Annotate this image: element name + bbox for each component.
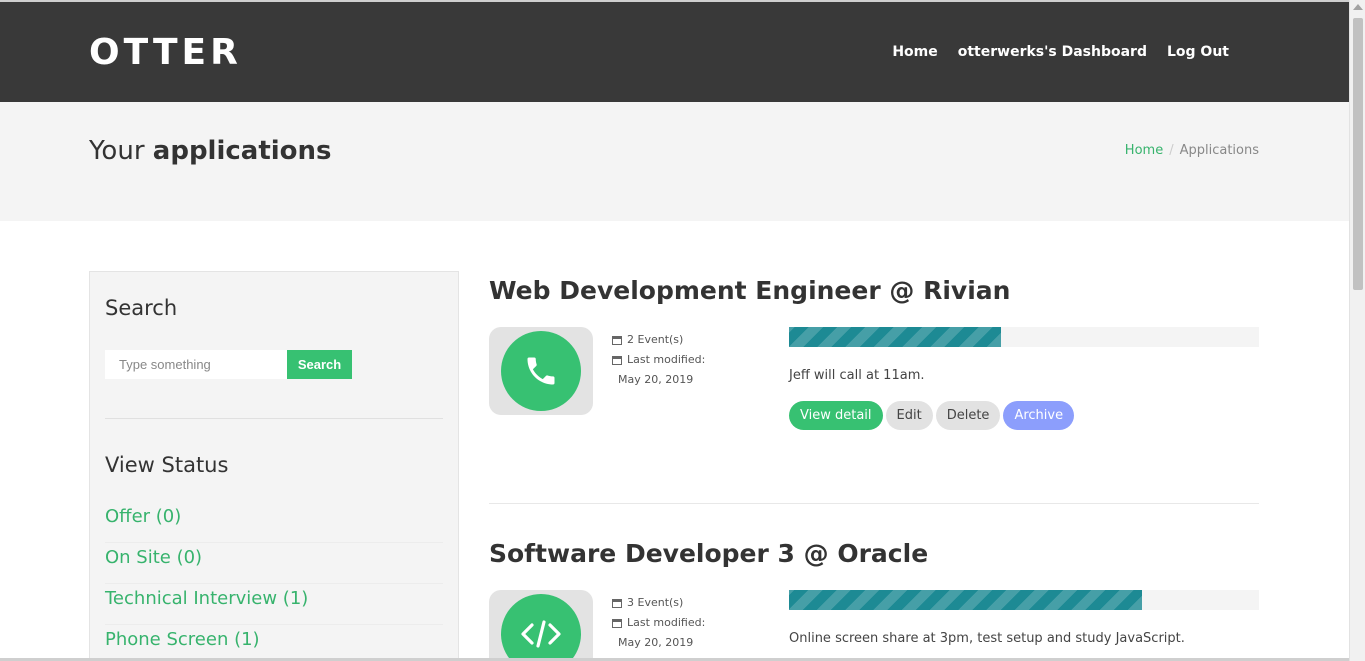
code-icon	[501, 594, 581, 661]
application-meta: 3 Event(s) Last modified: May 20, 2019	[612, 593, 705, 653]
edit-button[interactable]: Edit	[885, 401, 933, 430]
application-note: Jeff will call at 11am.	[789, 368, 925, 383]
last-modified-label: Last modified:	[627, 353, 706, 366]
application-meta: 2 Event(s) Last modified: May 20, 2019	[612, 330, 705, 390]
scroll-thumb[interactable]	[1353, 18, 1363, 290]
calendar-icon	[612, 355, 622, 365]
nav-dashboard-link[interactable]: otterwerks's Dashboard	[958, 44, 1147, 60]
breadcrumb: Home / Applications	[1125, 143, 1259, 158]
search-form: Search	[105, 350, 352, 379]
events-count: 3 Event(s)	[627, 596, 684, 609]
application-progress-bar	[789, 590, 1259, 610]
application-card: Web Development Engineer @ Rivian 2 Even…	[489, 276, 1259, 456]
search-button[interactable]: Search	[287, 350, 352, 379]
page-title: Your applications	[89, 136, 332, 166]
application-icon-tile	[489, 590, 593, 661]
status-offer-link[interactable]: Offer (0)	[105, 502, 443, 527]
application-actions: View detail Edit Delete Archive	[789, 401, 1075, 430]
calendar-icon	[612, 618, 622, 628]
breadcrumb-home-link[interactable]: Home	[1125, 143, 1163, 158]
application-title[interactable]: Web Development Engineer @ Rivian	[489, 276, 1259, 305]
breadcrumb-separator: /	[1169, 143, 1174, 158]
status-item: On Site (0)	[105, 543, 443, 584]
last-modified-label: Last modified:	[627, 616, 706, 629]
events-icon	[612, 598, 622, 608]
application-icon-tile	[489, 327, 593, 415]
view-status-heading: View Status	[105, 453, 229, 477]
application-divider	[489, 503, 1259, 504]
application-title[interactable]: Software Developer 3 @ Oracle	[489, 539, 1259, 568]
status-list: Offer (0) On Site (0) Technical Intervie…	[105, 502, 443, 661]
view-detail-button[interactable]: View detail	[789, 401, 883, 430]
delete-button[interactable]: Delete	[935, 401, 1001, 430]
status-item: Technical Interview (1)	[105, 584, 443, 625]
brand-logo[interactable]: OTTER	[89, 32, 242, 73]
search-heading: Search	[105, 296, 178, 320]
application-note: Online screen share at 3pm, test setup a…	[789, 631, 1185, 646]
last-modified-date: May 20, 2019	[618, 373, 694, 386]
progress-fill	[789, 590, 1142, 610]
search-input[interactable]	[105, 350, 287, 379]
progress-fill	[789, 327, 1001, 347]
application-progress-bar	[789, 327, 1259, 347]
status-technical-interview-link[interactable]: Technical Interview (1)	[105, 584, 443, 609]
status-item: Offer (0)	[105, 502, 443, 543]
last-modified-date: May 20, 2019	[618, 636, 694, 649]
sidebar: Search Search View Status Offer (0) On S…	[89, 271, 459, 661]
events-count: 2 Event(s)	[627, 333, 684, 346]
sidebar-divider	[105, 418, 443, 419]
status-item: Phone Screen (1)	[105, 625, 443, 661]
nav-logout-link[interactable]: Log Out	[1167, 44, 1229, 60]
status-onsite-link[interactable]: On Site (0)	[105, 543, 443, 568]
application-card: Software Developer 3 @ Oracle 3 Event(s)…	[489, 539, 1259, 661]
main-nav: Home otterwerks's Dashboard Log Out	[892, 44, 1229, 60]
status-phone-screen-link[interactable]: Phone Screen (1)	[105, 625, 443, 650]
archive-button[interactable]: Archive	[1003, 401, 1075, 430]
page-scrollbar[interactable]	[1349, 0, 1365, 661]
page-header: Your applications Home / Applications	[0, 102, 1349, 221]
nav-home-link[interactable]: Home	[892, 44, 937, 60]
scroll-up-arrow-icon[interactable]	[1353, 4, 1363, 10]
phone-icon	[501, 331, 581, 411]
events-icon	[612, 335, 622, 345]
top-navbar: OTTER Home otterwerks's Dashboard Log Ou…	[0, 0, 1349, 102]
breadcrumb-current: Applications	[1179, 143, 1259, 158]
